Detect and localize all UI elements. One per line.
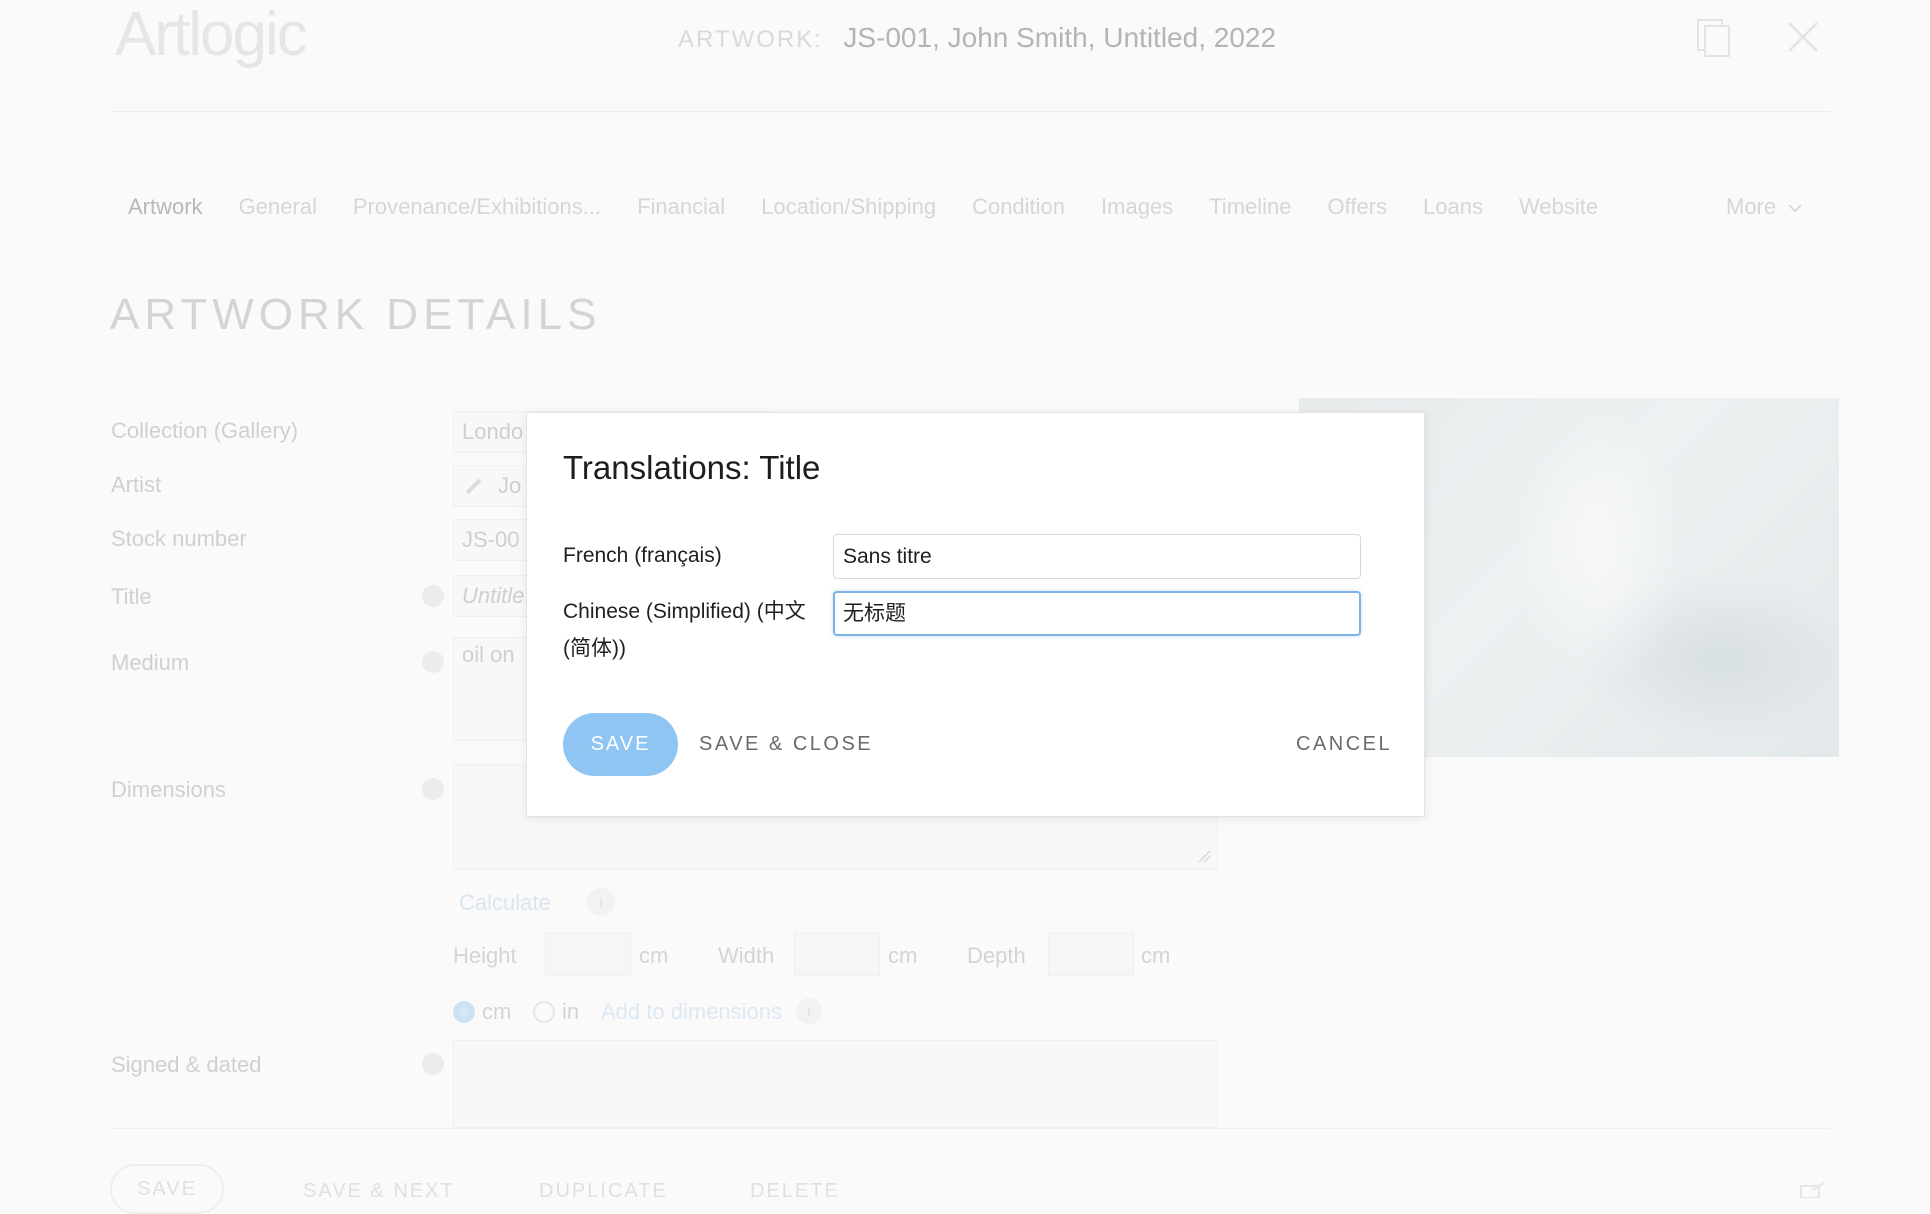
stock-number-label: Stock number (111, 526, 247, 551)
artist-value: Jo (498, 473, 522, 498)
add-to-dimensions-link[interactable]: Add to dimensions (601, 999, 782, 1025)
unit-in-label: in (562, 999, 580, 1024)
tab-general[interactable]: General (239, 190, 317, 224)
width-input[interactable] (794, 932, 880, 976)
artwork-header-label: ARTWORK: (678, 26, 823, 53)
chevron-down-icon (1788, 204, 1802, 213)
pencil-icon (465, 478, 482, 495)
translations-dialog: Translations: Title French (français) Sa… (526, 412, 1425, 817)
depth-unit: cm (1141, 943, 1171, 968)
tab-condition[interactable]: Condition (972, 190, 1065, 224)
artlogic-logo: Artlogic (115, 0, 308, 69)
globe-icon[interactable] (422, 778, 444, 800)
delete-button[interactable]: DELETE (750, 1180, 840, 1203)
unit-in-radio[interactable] (533, 1001, 555, 1023)
info-icon[interactable]: i (587, 888, 615, 916)
tab-bar: Artwork General Provenance/Exhibitions... F… (110, 190, 1616, 224)
copy-icon[interactable] (1694, 18, 1734, 58)
section-title: ARTWORK DETAILS (110, 290, 602, 339)
artwork-editor-page: Artlogic ARTWORK: JS-001, John Smith, Un… (0, 0, 1930, 1214)
chinese-simplified-label: Chinese (Simplified) (中文 (简体)) (563, 600, 806, 660)
dialog-title: Translations: Title (563, 449, 821, 486)
cancel-button[interactable]: CANCEL (1296, 733, 1392, 756)
globe-icon[interactable] (422, 585, 444, 607)
external-link-icon[interactable] (1800, 1182, 1826, 1198)
artwork-header: ARTWORK: JS-001, John Smith, Untitled, 2… (678, 20, 1276, 61)
save-button[interactable]: SAVE (110, 1164, 224, 1214)
width-unit: cm (888, 943, 918, 968)
tab-website[interactable]: Website (1519, 190, 1598, 224)
tab-offers[interactable]: Offers (1328, 190, 1388, 224)
signed-dated-textarea[interactable] (453, 1040, 1218, 1128)
height-label: Height (453, 943, 517, 968)
height-input[interactable] (545, 932, 631, 976)
french-input[interactable]: Sans titre (833, 534, 1361, 579)
medium-label: Medium (111, 650, 190, 675)
unit-cm-radio[interactable] (453, 1001, 475, 1023)
width-label: Width (718, 943, 775, 968)
chinese-simplified-input[interactable]: 无标题 (833, 591, 1361, 636)
unit-cm-label: cm (482, 999, 512, 1024)
tab-timeline[interactable]: Timeline (1209, 190, 1291, 224)
title-label: Title (111, 584, 152, 609)
footer-divider (110, 1128, 1830, 1129)
save-close-button[interactable]: SAVE & CLOSE (699, 733, 873, 756)
tab-provenance-exhibitions[interactable]: Provenance/Exhibitions... (353, 190, 601, 224)
tab-loans[interactable]: Loans (1423, 190, 1483, 224)
artist-label: Artist (111, 472, 162, 497)
header-divider (110, 111, 1830, 112)
signed-dated-label: Signed & dated (111, 1052, 262, 1077)
more-tabs-menu[interactable]: More (1726, 190, 1802, 224)
depth-label: Depth (967, 943, 1026, 968)
info-icon[interactable]: i (796, 998, 822, 1024)
tab-images[interactable]: Images (1101, 190, 1173, 224)
depth-input[interactable] (1048, 932, 1134, 976)
dimensions-label: Dimensions (111, 777, 226, 802)
globe-icon[interactable] (422, 1053, 444, 1075)
artwork-header-value: JS-001, John Smith, Untitled, 2022 (843, 22, 1277, 53)
dialog-save-button[interactable]: SAVE (563, 713, 678, 776)
close-icon[interactable] (1786, 20, 1820, 54)
tab-location-shipping[interactable]: Location/Shipping (761, 190, 936, 224)
resize-handle-icon[interactable] (1197, 849, 1211, 863)
tab-artwork[interactable]: Artwork (128, 190, 203, 224)
globe-icon[interactable] (422, 651, 444, 673)
collection-label: Collection (Gallery) (111, 418, 299, 443)
height-unit: cm (639, 943, 669, 968)
french-label: French (français) (563, 544, 722, 567)
tab-financial[interactable]: Financial (637, 190, 725, 224)
save-next-button[interactable]: SAVE & NEXT (303, 1180, 455, 1203)
duplicate-button[interactable]: DUPLICATE (539, 1180, 668, 1203)
more-label: More (1726, 194, 1777, 219)
calculate-link[interactable]: Calculate (459, 890, 551, 916)
